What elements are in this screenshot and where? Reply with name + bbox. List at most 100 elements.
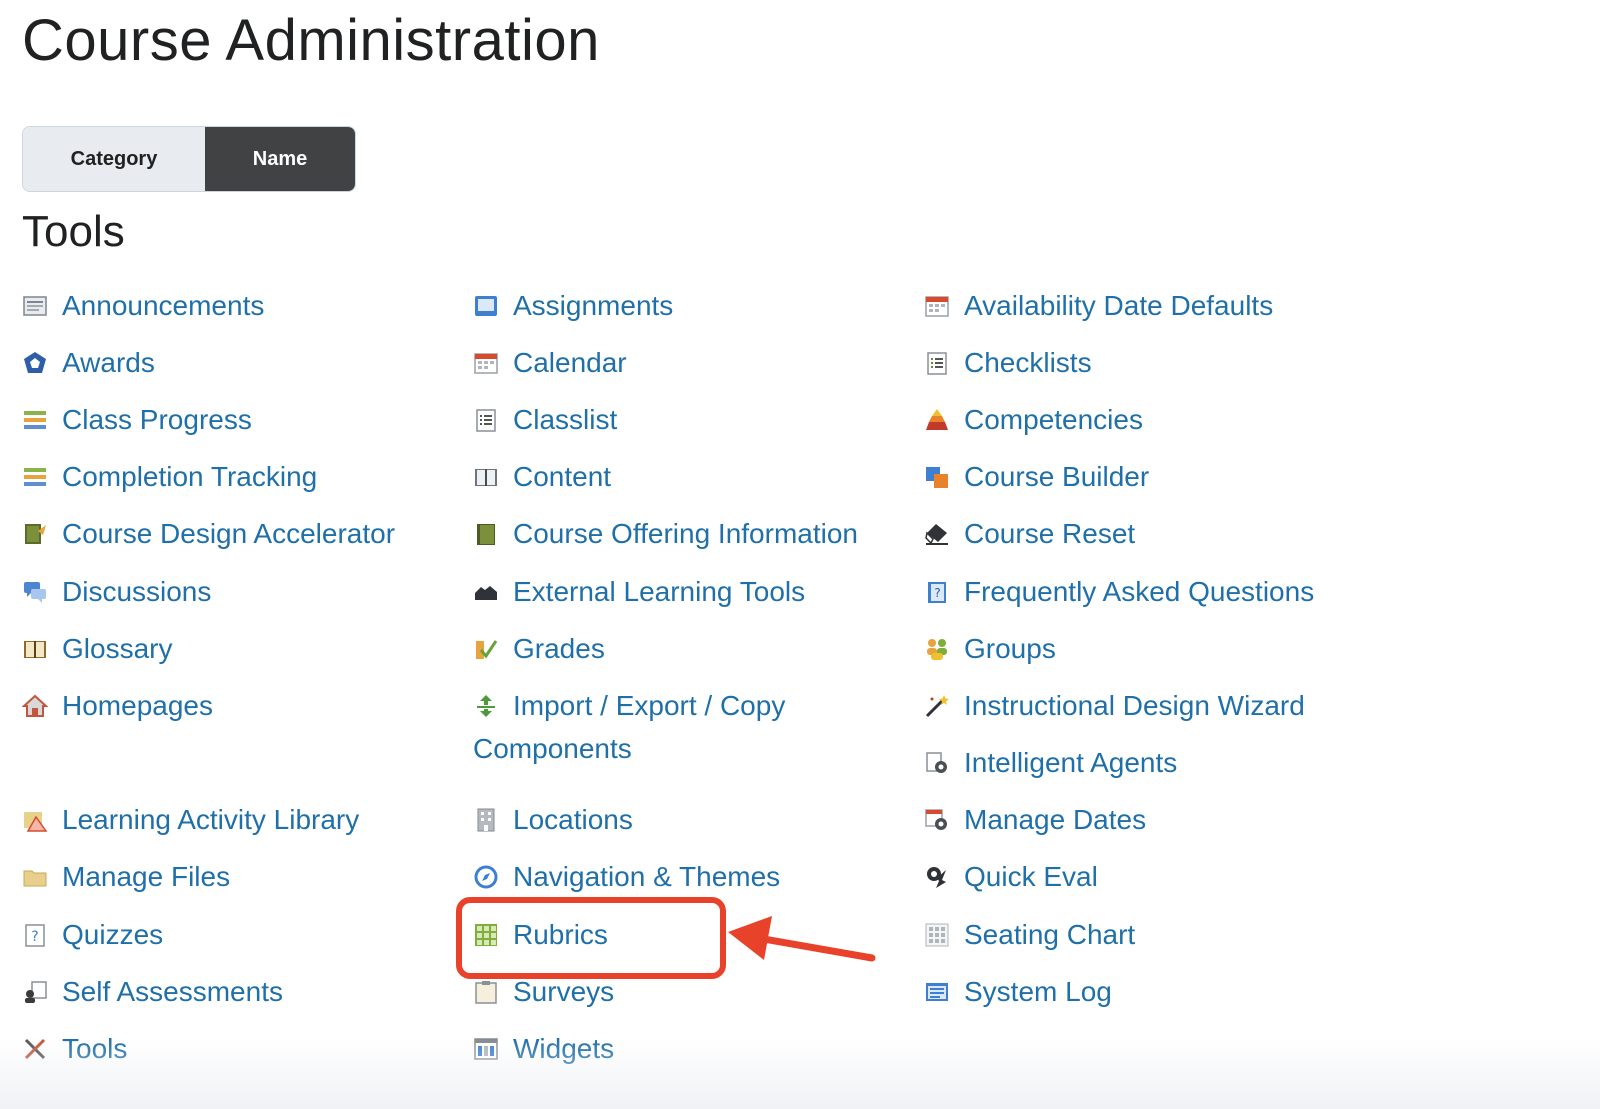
seating-chart-icon	[924, 922, 950, 948]
quick-eval-icon	[924, 864, 950, 890]
tool-link-system-log[interactable]: System Log	[924, 970, 1112, 1013]
tool-label: Content	[513, 461, 612, 492]
tool-link-calendar[interactable]: Calendar	[473, 341, 627, 384]
external-learning-tools-icon	[473, 579, 499, 605]
manage-files-icon	[22, 864, 48, 890]
tool-link-external-learning-tools[interactable]: External Learning Tools	[473, 570, 805, 613]
tool-link-locations[interactable]: Locations	[473, 798, 633, 841]
tool-link-intelligent-agents[interactable]: Intelligent Agents	[924, 741, 1177, 784]
manage-dates-icon	[924, 807, 950, 833]
tool-link-widgets[interactable]: Widgets	[473, 1027, 614, 1070]
tool-link-learning-activity-library[interactable]: Learning Activity Library	[22, 798, 359, 841]
tool-link-announcements[interactable]: Announcements	[22, 284, 264, 327]
tool-link-awards[interactable]: Awards	[22, 341, 155, 384]
tool-link-course-design-accelerator[interactable]: Course Design Accelerator	[22, 512, 395, 555]
tool-label: Completion Tracking	[62, 461, 318, 492]
section-title-tools: Tools	[22, 207, 125, 256]
tool-label: Homepages	[62, 690, 213, 721]
course-reset-icon	[924, 521, 950, 547]
tool-link-frequently-asked-questions[interactable]: ? Frequently Asked Questions	[924, 570, 1314, 613]
glossary-icon	[22, 636, 48, 662]
tool-label: Competencies	[964, 404, 1143, 435]
tool-label: Import / Export / Copy Components	[473, 690, 786, 764]
assignments-icon	[473, 293, 499, 319]
widgets-icon	[473, 1036, 499, 1062]
tool-label: Grades	[513, 633, 605, 664]
grades-icon	[473, 636, 499, 662]
tool-label: Manage Files	[62, 861, 231, 892]
tool-link-grades[interactable]: Grades	[473, 627, 605, 670]
tool-label: Intelligent Agents	[964, 747, 1178, 778]
awards-icon	[22, 350, 48, 376]
faq-icon: ?	[924, 579, 950, 605]
tool-link-competencies[interactable]: Competencies	[924, 398, 1143, 441]
calendar-icon	[473, 350, 499, 376]
tool-link-quizzes[interactable]: ? Quizzes	[22, 913, 163, 956]
tool-link-homepages[interactable]: Homepages	[22, 684, 213, 727]
tool-link-import-export-copy-components[interactable]: Import / Export / Copy Components	[473, 684, 873, 770]
discussions-icon	[22, 579, 48, 605]
tool-label: Quizzes	[62, 919, 164, 950]
tool-label: Course Builder	[964, 461, 1150, 492]
category-view-button[interactable]: Category	[23, 127, 205, 191]
course-offering-information-icon	[473, 521, 499, 547]
tool-label: System Log	[964, 976, 1112, 1007]
tool-label: Manage Dates	[964, 804, 1147, 835]
tool-link-content[interactable]: Content	[473, 455, 611, 498]
tool-link-seating-chart[interactable]: Seating Chart	[924, 913, 1135, 956]
tool-link-quick-eval[interactable]: Quick Eval	[924, 855, 1098, 898]
homepages-icon	[22, 693, 48, 719]
learning-activity-library-icon	[22, 807, 48, 833]
name-view-button[interactable]: Name	[205, 127, 355, 191]
surveys-icon	[473, 979, 499, 1005]
svg-text:?: ?	[934, 586, 940, 600]
tool-link-completion-tracking[interactable]: Completion Tracking	[22, 455, 317, 498]
class-progress-icon	[22, 407, 48, 433]
tool-label: Class Progress	[62, 404, 252, 435]
tool-link-groups[interactable]: Groups	[924, 627, 1056, 670]
tool-label: Rubrics	[513, 919, 608, 950]
page-title: Course Administration	[22, 8, 600, 73]
tool-link-class-progress[interactable]: Class Progress	[22, 398, 252, 441]
tool-link-manage-files[interactable]: Manage Files	[22, 855, 230, 898]
tool-link-navigation-themes[interactable]: Navigation & Themes	[473, 855, 780, 898]
tool-label: Widgets	[513, 1033, 615, 1064]
tool-link-classlist[interactable]: Classlist	[473, 398, 617, 441]
tool-label: Locations	[513, 804, 633, 835]
view-toggle: Category Name	[22, 126, 356, 192]
tool-link-instructional-design-wizard[interactable]: Instructional Design Wizard	[924, 684, 1305, 727]
tool-label: Learning Activity Library	[62, 804, 360, 835]
tool-label: Frequently Asked Questions	[964, 576, 1315, 607]
tool-label: Course Reset	[964, 518, 1136, 549]
tool-label: Discussions	[62, 576, 212, 607]
tool-link-availability-date-defaults[interactable]: Availability Date Defaults	[924, 284, 1273, 327]
tool-link-course-offering-information[interactable]: Course Offering Information	[473, 512, 858, 555]
tool-label: Navigation & Themes	[513, 861, 781, 892]
tool-link-self-assessments[interactable]: Self Assessments	[22, 970, 283, 1013]
tool-link-manage-dates[interactable]: Manage Dates	[924, 798, 1146, 841]
tool-link-glossary[interactable]: Glossary	[22, 627, 172, 670]
tool-link-discussions[interactable]: Discussions	[22, 570, 211, 613]
tool-label: Seating Chart	[964, 919, 1136, 950]
tool-link-assignments[interactable]: Assignments	[473, 284, 673, 327]
tool-label: Announcements	[62, 290, 265, 321]
tools-icon	[22, 1036, 48, 1062]
course-design-accelerator-icon	[22, 521, 48, 547]
tool-link-tools[interactable]: Tools	[22, 1027, 127, 1070]
tool-label: Availability Date Defaults	[964, 290, 1274, 321]
tool-link-course-builder[interactable]: Course Builder	[924, 455, 1149, 498]
locations-icon	[473, 807, 499, 833]
tool-link-course-reset[interactable]: Course Reset	[924, 512, 1135, 555]
classlist-icon	[473, 407, 499, 433]
tool-link-surveys[interactable]: Surveys	[473, 970, 614, 1013]
tool-label: Self Assessments	[62, 976, 283, 1007]
tool-label: Checklists	[964, 347, 1092, 378]
checklists-icon	[924, 350, 950, 376]
tool-link-rubrics[interactable]: Rubrics	[473, 913, 608, 956]
rubrics-icon	[473, 922, 499, 948]
navigation-themes-icon	[473, 864, 499, 890]
tool-label: Awards	[62, 347, 155, 378]
tool-label: Tools	[62, 1033, 128, 1064]
tool-label: Surveys	[513, 976, 615, 1007]
tool-link-checklists[interactable]: Checklists	[924, 341, 1092, 384]
